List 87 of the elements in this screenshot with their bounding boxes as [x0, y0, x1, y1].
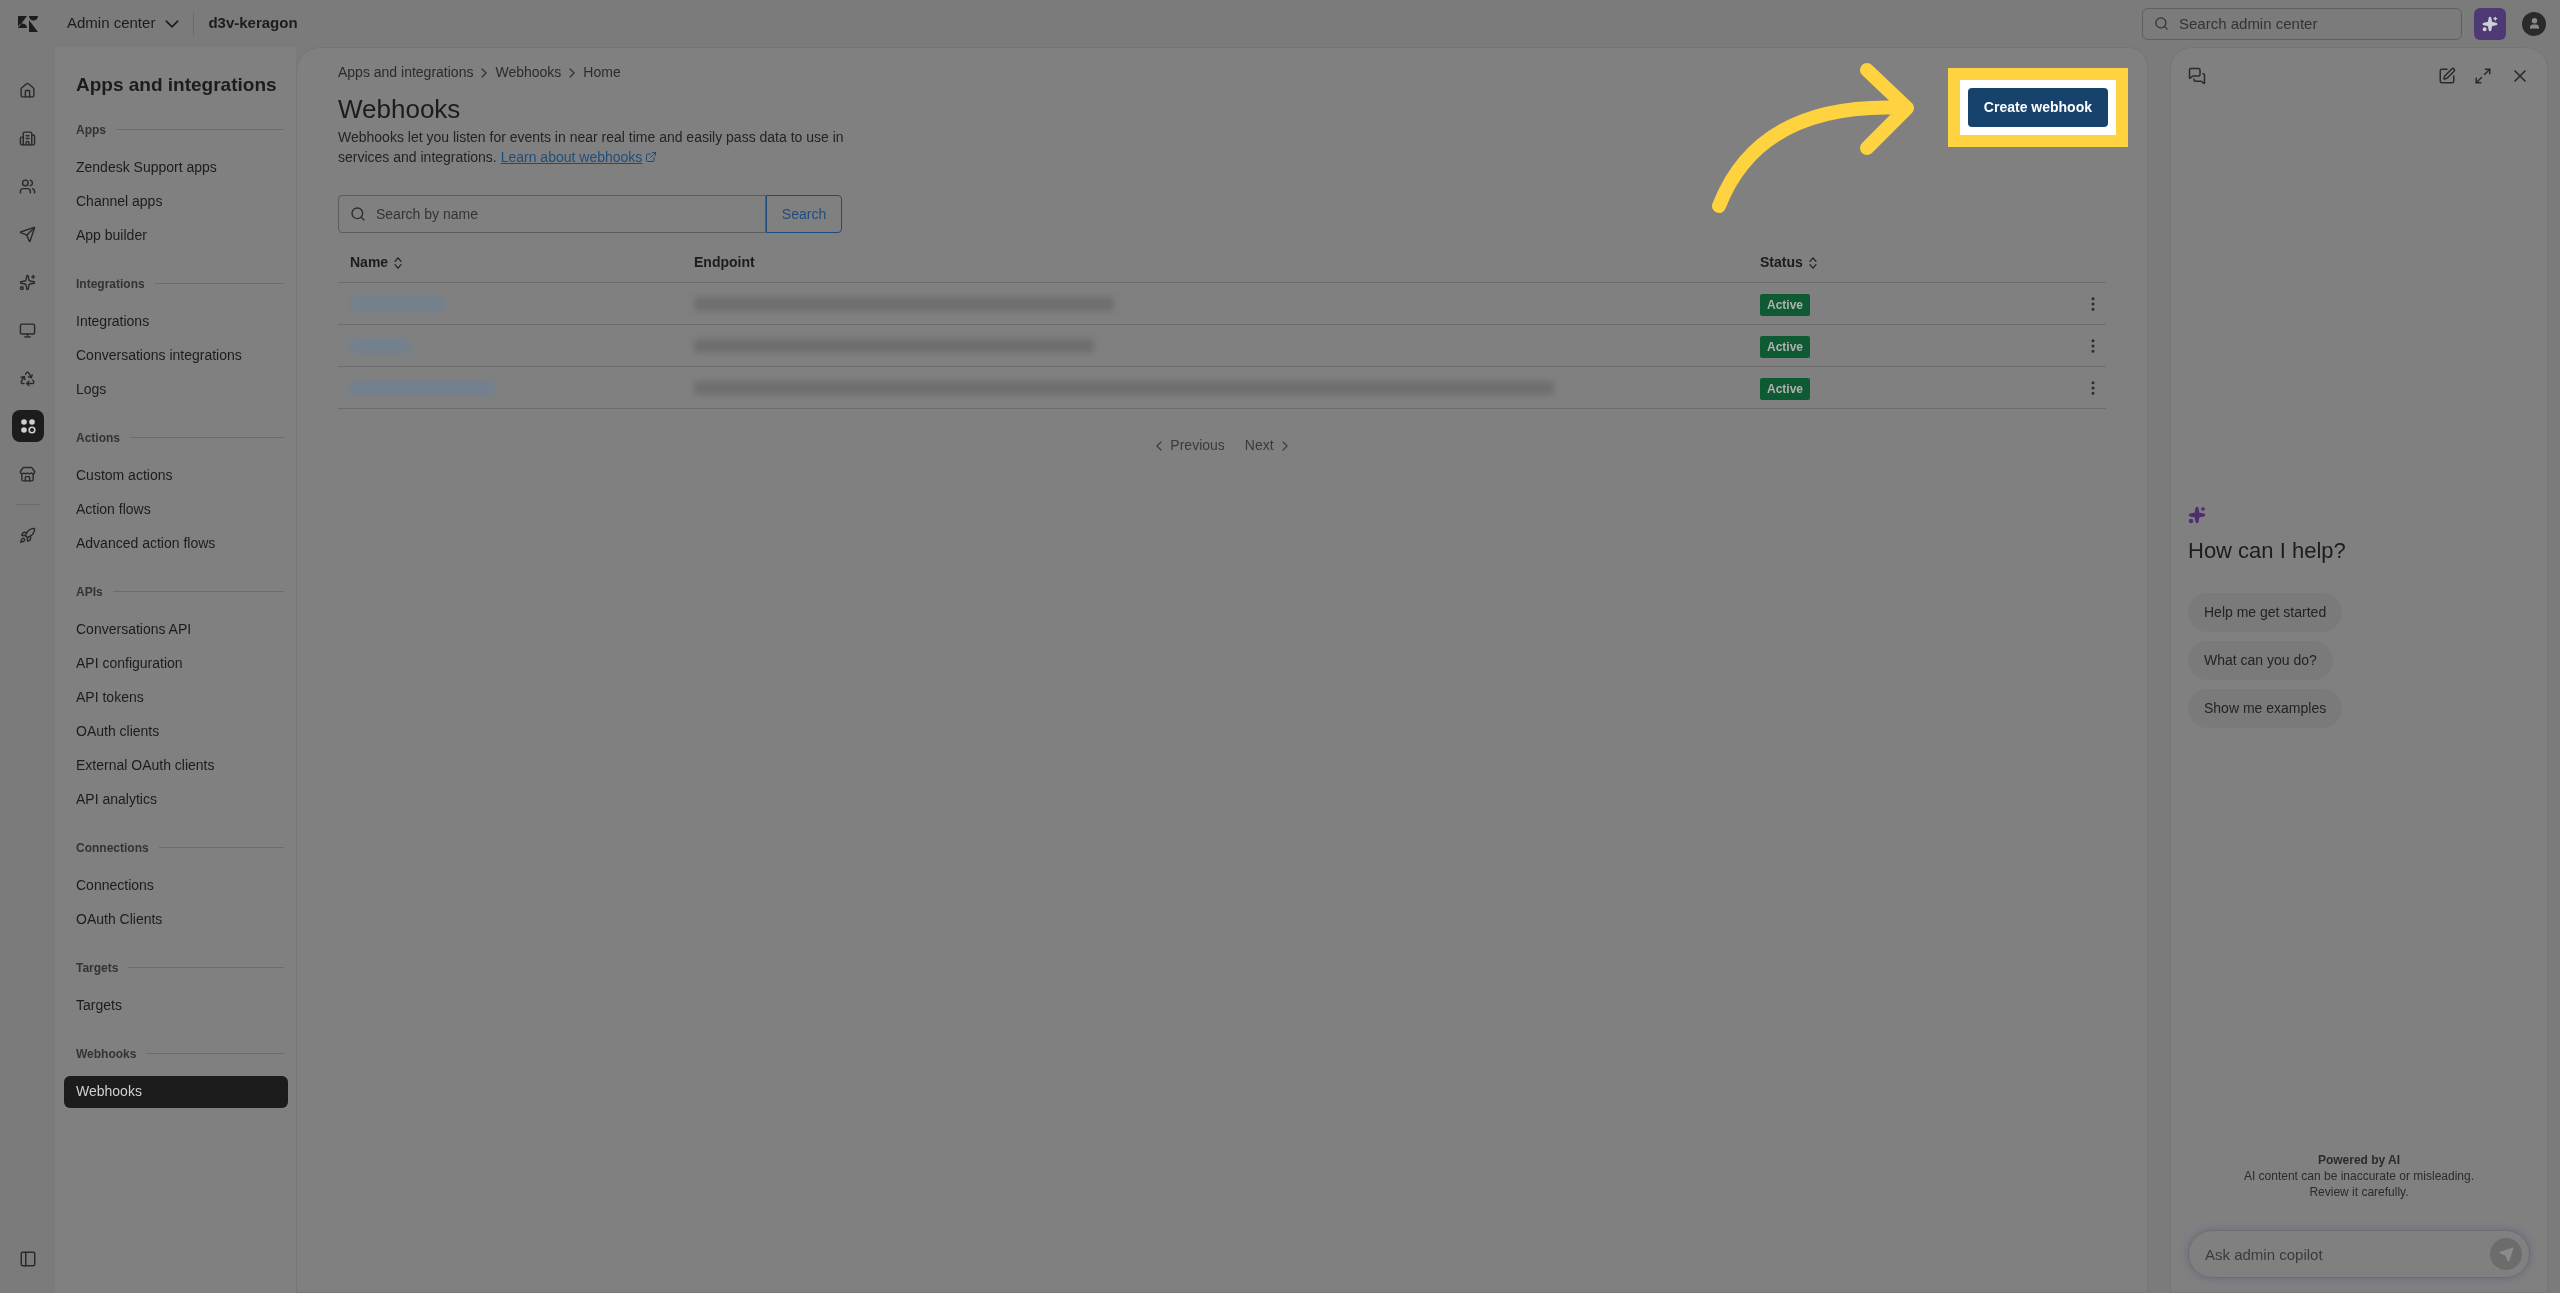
sidebar-item[interactable]: Conversations API [64, 613, 288, 646]
chevron-right-icon [1281, 440, 1288, 451]
sidebar-heading: Apps [76, 121, 106, 139]
sidebar-item[interactable]: Zendesk Support apps [64, 151, 288, 184]
new-chat-icon[interactable] [2438, 67, 2456, 85]
chevron-down-icon [165, 19, 180, 28]
breadcrumb-item[interactable]: Apps and integrations [338, 62, 474, 83]
sidebar-item[interactable]: Connections [64, 869, 288, 902]
sidebar-heading: Connections [76, 839, 149, 857]
building-icon [19, 129, 36, 147]
sparkle-icon [2482, 15, 2498, 32]
sort-icon [394, 256, 403, 269]
suggestion-chip[interactable]: Help me get started [2188, 593, 2343, 632]
sidebar-item[interactable]: Logs [64, 373, 288, 406]
recycle-icon [19, 369, 36, 387]
sidebar-item[interactable]: API analytics [64, 783, 288, 816]
sort-icon [1808, 256, 1817, 269]
sidebar-item[interactable]: External OAuth clients [64, 749, 288, 782]
rocket-icon [19, 526, 36, 544]
sidebar-heading: Targets [76, 959, 119, 977]
column-header: Endpoint [694, 253, 755, 272]
copilot-heading: How can I help? [2188, 537, 2347, 565]
breadcrumb-item[interactable]: Webhooks [495, 62, 562, 83]
sidebar-item[interactable]: API tokens [64, 681, 288, 714]
logo-icon[interactable] [17, 15, 38, 32]
search-button[interactable]: Search [766, 195, 842, 233]
search-field[interactable]: Search admin center [2142, 7, 2462, 40]
sidebar-heading: APIs [76, 583, 103, 601]
suggestion-chip[interactable]: What can you do? [2188, 641, 2333, 680]
sidebar-item[interactable]: Conversations integrations [64, 339, 288, 372]
sidebar-item[interactable]: App builder [64, 219, 288, 252]
sidebar-item[interactable]: OAuth Clients [64, 903, 288, 936]
sidebar-item[interactable]: Targets [64, 989, 288, 1022]
product-switcher[interactable]: Admin center [67, 12, 180, 35]
sidebar-item[interactable]: API configuration [64, 647, 288, 680]
monitor-icon [19, 321, 36, 339]
disclaimer-title: Powered by AI [2317, 1152, 2401, 1168]
send-icon [19, 225, 36, 243]
sparkle-icon [2188, 506, 2206, 524]
people-icon [19, 177, 36, 195]
next-button[interactable]: Next [1244, 435, 1288, 456]
status-badge: Active [1760, 377, 1811, 400]
nav-rail-item[interactable] [11, 410, 44, 442]
sidebar-item[interactable]: Action flows [64, 493, 288, 526]
column-header[interactable]: Status [1760, 252, 1817, 273]
chevron-left-icon [1156, 440, 1163, 451]
sidebar-heading: Actions [76, 429, 120, 447]
sidebar-item[interactable]: Integrations [64, 305, 288, 338]
chat-history-icon[interactable] [2188, 67, 2206, 85]
sidebar-heading: Webhooks [76, 1045, 137, 1063]
expand-icon[interactable] [2474, 67, 2492, 85]
sidebar-heading: Integrations [76, 275, 145, 293]
column-header[interactable]: Name [350, 252, 403, 273]
person-icon [2527, 17, 2541, 30]
account-name: d3v-keragon [208, 13, 298, 34]
sidebar-item[interactable]: OAuth clients [64, 715, 288, 748]
chevron-right-icon [481, 67, 488, 78]
store-icon [19, 465, 36, 483]
suggestion-chip[interactable]: Show me examples [2188, 689, 2343, 728]
status-badge: Active [1760, 293, 1811, 316]
sidebar-item[interactable]: Advanced action flows [64, 527, 288, 560]
page-description: Webhooks let you listen for events in near real time and easily pass data to use in services and integrations. Learn about webhooks [338, 128, 845, 167]
apps-icon [19, 418, 36, 434]
sidebar-item[interactable]: Webhooks [64, 1075, 288, 1108]
avatar[interactable] [2522, 11, 2546, 36]
sidebar-item[interactable]: Custom actions [64, 459, 288, 492]
home-icon [19, 81, 36, 99]
panel-toggle-icon[interactable] [18, 1250, 37, 1268]
chevron-right-icon [569, 67, 576, 78]
sparkles-icon [19, 273, 36, 291]
copilot-button[interactable] [2474, 7, 2506, 40]
send-icon [2498, 1246, 2514, 1262]
create-webhook-button[interactable]: Create webhook [1967, 88, 2108, 127]
search-icon [2154, 15, 2169, 31]
previous-button[interactable]: Previous [1156, 435, 1225, 456]
learn-link[interactable]: Learn about webhooks [500, 147, 658, 167]
copilot-input[interactable]: Ask admin copilot [2188, 1230, 2530, 1278]
status-badge: Active [1760, 335, 1811, 358]
disclaimer-text: Review it carefully. [2309, 1184, 2409, 1200]
search-field[interactable]: Search by name [338, 195, 766, 233]
page-title: Webhooks [338, 93, 462, 125]
external-link-icon [645, 151, 658, 163]
search-icon [350, 206, 366, 222]
sidebar-item[interactable]: Channel apps [64, 185, 288, 218]
sidebar-title: Apps and integrations [76, 73, 278, 97]
breadcrumb-item: Home [583, 63, 621, 82]
disclaimer-text: AI content can be inaccurate or misleading. [2243, 1168, 2475, 1184]
